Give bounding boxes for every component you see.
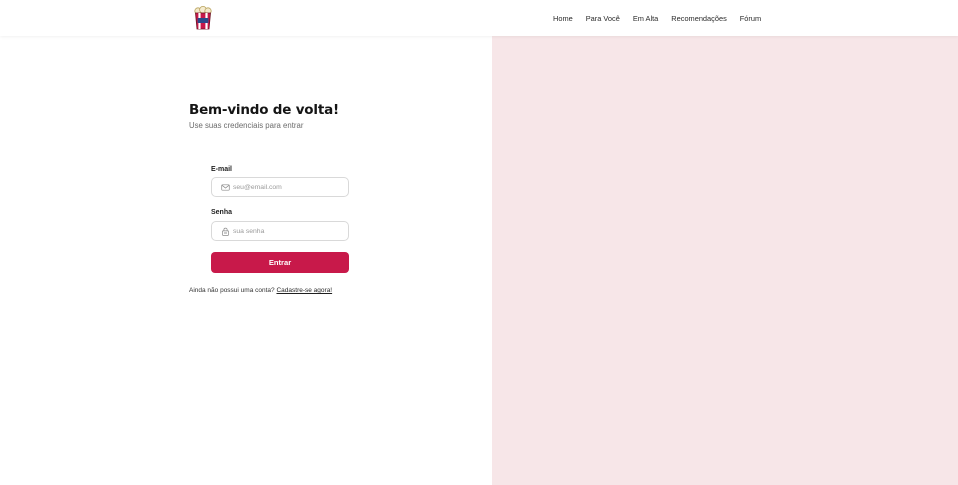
signup-link[interactable]: Cadastre-se agora! [276, 287, 332, 294]
password-label: Senha [211, 209, 233, 216]
top-navbar: Home Para Você Em Alta Recomendações Fór… [0, 0, 958, 36]
password-input[interactable] [233, 227, 343, 235]
password-field-container[interactable] [211, 221, 349, 241]
signup-prompt-line: Ainda não possui uma conta? Cadastre-se … [189, 287, 332, 294]
nav-link-para-voce[interactable]: Para Você [586, 14, 620, 23]
lock-icon [221, 227, 230, 236]
decorative-side-panel [492, 36, 958, 485]
popcorn-box-icon[interactable] [193, 6, 213, 30]
login-subtitle: Use suas credenciais para entrar [189, 121, 304, 130]
nav-link-forum[interactable]: Fórum [740, 14, 761, 23]
main-navigation: Home Para Você Em Alta Recomendações Fór… [553, 14, 774, 23]
nav-link-recomendacoes[interactable]: Recomendações [671, 14, 726, 23]
email-label: E-mail [211, 166, 233, 173]
email-input[interactable] [233, 183, 343, 191]
login-title: Bem-vindo de volta! [189, 102, 339, 118]
nav-link-em-alta[interactable]: Em Alta [633, 14, 658, 23]
login-submit-button[interactable]: Entrar [211, 252, 349, 273]
signup-prompt-text: Ainda não possui uma conta? [189, 287, 275, 294]
envelope-icon [221, 183, 230, 191]
nav-link-home[interactable]: Home [553, 14, 573, 23]
email-field-container[interactable] [211, 177, 349, 197]
